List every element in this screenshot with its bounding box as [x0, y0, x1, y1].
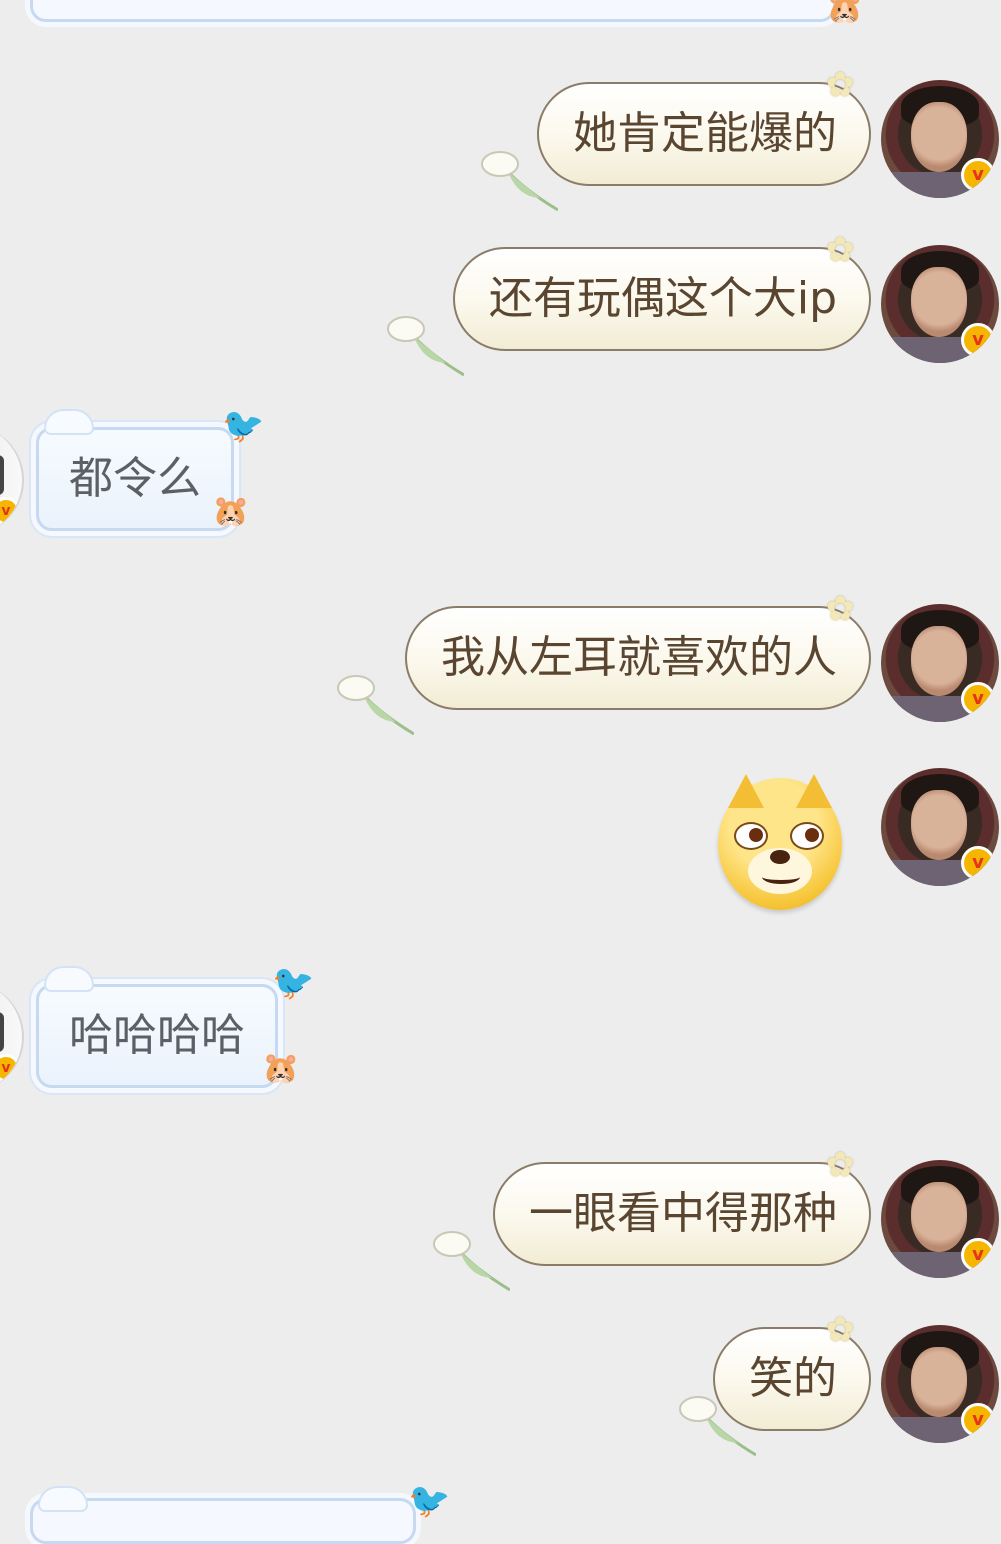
message-bubble[interactable]: 哈哈哈哈: [36, 984, 278, 1088]
flower-icon: ✿: [826, 65, 855, 105]
tulip-icon: [679, 1396, 756, 1457]
snow-decoration: [46, 968, 92, 990]
message-bubble[interactable]: 她肯定能爆的: [537, 82, 871, 186]
bird-icon: 🐦: [408, 1481, 451, 1521]
verified-badge-icon: v: [961, 158, 995, 192]
verified-badge-icon: v: [961, 1403, 995, 1437]
verified-badge-icon: v: [0, 1054, 20, 1082]
user-avatar[interactable]: v: [881, 80, 999, 198]
bird-icon: 🐦: [272, 963, 315, 1003]
tulip-icon: [433, 1231, 510, 1292]
doge-sticker-icon[interactable]: [718, 774, 842, 910]
next-message-bubble[interactable]: [30, 1498, 416, 1544]
tulip-icon: [481, 151, 558, 212]
user-avatar[interactable]: v: [881, 768, 999, 886]
message-bubble[interactable]: 还有玩偶这个大ip: [452, 247, 871, 351]
verified-badge-icon: v: [961, 682, 995, 716]
message-text: 我从左耳就喜欢的人: [441, 632, 837, 683]
hamster-decoration-icon: 🐹: [826, 0, 864, 26]
flower-icon: ✿: [826, 1145, 855, 1185]
user-avatar[interactable]: v: [881, 604, 999, 722]
message-bubble[interactable]: 我从左耳就喜欢的人: [405, 606, 871, 710]
hamster-icon: 🐹: [262, 1051, 300, 1086]
previous-message-bubble[interactable]: [30, 0, 836, 22]
hamster-icon: 🐹: [212, 494, 250, 529]
user-avatar[interactable]: v: [881, 245, 999, 363]
message-text: 她肯定能爆的: [573, 108, 837, 159]
user-avatar[interactable]: v: [881, 1160, 999, 1278]
snow-decoration: [40, 1488, 86, 1510]
bird-icon: 🐦: [222, 406, 265, 446]
verified-badge-icon: v: [961, 323, 995, 357]
message-text: 一眼看中得那种: [529, 1188, 837, 1239]
verified-badge-icon: v: [0, 497, 20, 525]
verified-badge-icon: v: [961, 1238, 995, 1272]
message-text: 都令么: [69, 453, 201, 504]
flower-icon: ✿: [826, 589, 855, 629]
flower-icon: ✿: [826, 230, 855, 270]
message-bubble[interactable]: 都令么: [36, 427, 234, 531]
message-text: 还有玩偶这个大ip: [488, 273, 837, 324]
contact-avatar[interactable]: v: [0, 425, 24, 535]
message-row: v: [0, 768, 1001, 918]
verified-badge-icon: v: [961, 846, 995, 880]
message-text: 哈哈哈哈: [69, 1010, 245, 1061]
contact-avatar[interactable]: v: [0, 982, 24, 1092]
message-text: 笑的: [749, 1353, 837, 1404]
message-bubble[interactable]: 一眼看中得那种: [493, 1162, 871, 1266]
tulip-icon: [337, 675, 414, 736]
user-avatar[interactable]: v: [881, 1325, 999, 1443]
tulip-icon: [387, 316, 464, 377]
snow-decoration: [46, 411, 92, 433]
flower-icon: ✿: [826, 1310, 855, 1350]
